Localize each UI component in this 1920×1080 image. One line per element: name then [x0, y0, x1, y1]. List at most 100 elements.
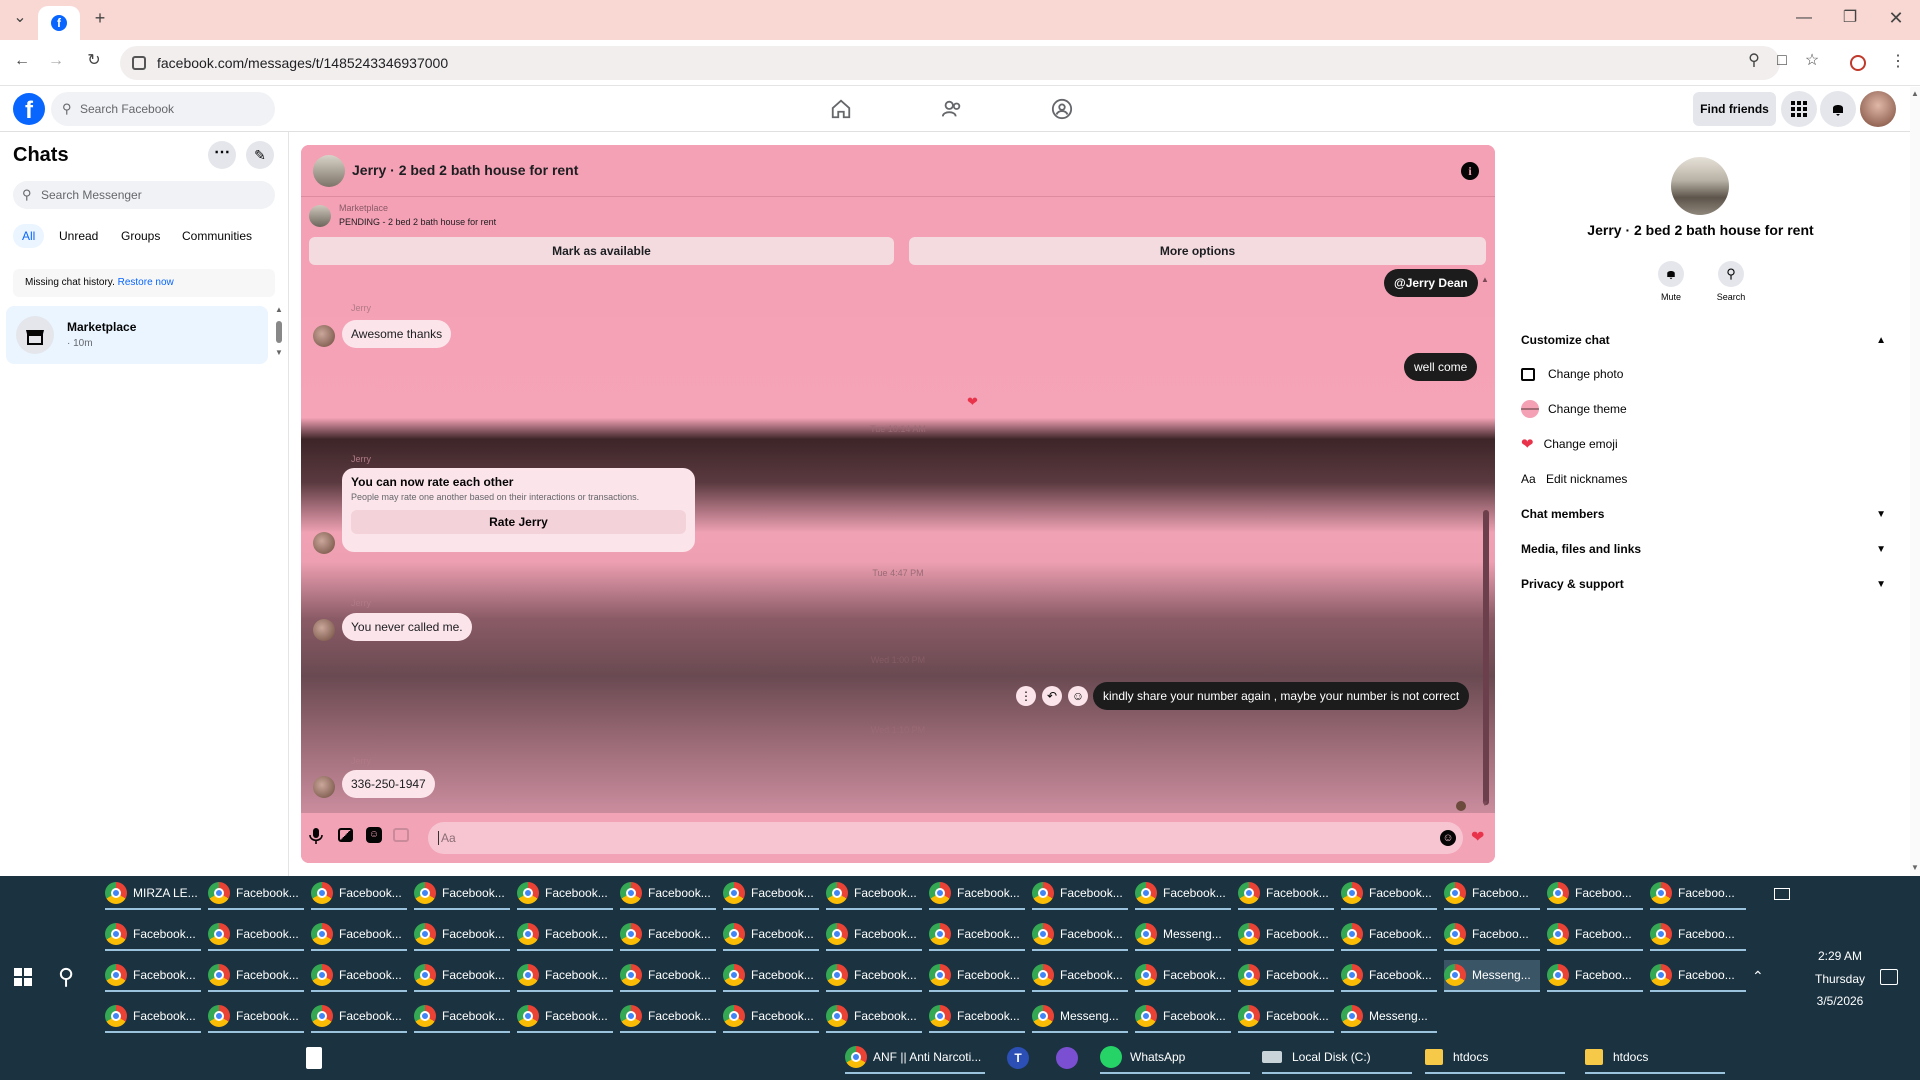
taskbar-whatsapp-window[interactable]: WhatsApp: [1100, 1042, 1250, 1074]
taskbar-window-item[interactable]: Messeng...: [1444, 960, 1540, 992]
taskbar-window-item[interactable]: Facebook...: [723, 960, 819, 992]
taskbar-window-item[interactable]: Facebook...: [517, 1001, 613, 1033]
url-text[interactable]: facebook.com/messages/t/1485243346937000: [157, 55, 448, 71]
facebook-search-box[interactable]: ⚲ Search Facebook: [51, 92, 275, 126]
taskbar-window-item[interactable]: Facebook...: [208, 878, 304, 910]
filter-groups[interactable]: Groups: [121, 229, 160, 243]
profile-icon[interactable]: [1850, 55, 1866, 71]
scroll-down-arrow-icon[interactable]: ▼: [275, 348, 283, 357]
taskbar-window-item[interactable]: Facebook...: [1341, 960, 1437, 992]
conversation-info-icon[interactable]: i: [1461, 162, 1479, 180]
chrome-icon[interactable]: [404, 1047, 426, 1069]
privacy-support-section[interactable]: Privacy & support ▼: [1521, 573, 1886, 595]
friends-nav-icon[interactable]: [941, 98, 963, 120]
chat-members-section[interactable]: Chat members ▼: [1521, 503, 1886, 525]
taskbar-window-item[interactable]: Facebook...: [929, 919, 1025, 951]
message-input-placeholder[interactable]: Aa: [438, 831, 456, 845]
restore-now-link[interactable]: Restore now: [118, 277, 174, 288]
minimize-window-icon[interactable]: —: [1792, 8, 1816, 32]
close-window-icon[interactable]: ✕: [1884, 8, 1908, 32]
chat-list-item[interactable]: Marketplace · 10m: [6, 306, 268, 364]
taskbar-window-item[interactable]: Messeng...: [1032, 1001, 1128, 1033]
messenger-search-placeholder[interactable]: Search Messenger: [41, 188, 142, 202]
sticker-icon[interactable]: ☺: [366, 827, 382, 843]
taskbar-window-item[interactable]: Faceboo...: [1547, 878, 1643, 910]
facebook-search-placeholder[interactable]: Search Facebook: [80, 102, 174, 116]
filter-all[interactable]: All: [13, 224, 45, 248]
facebook-logo-icon[interactable]: f: [13, 93, 45, 125]
taskbar-window-item[interactable]: Facebook...: [723, 1001, 819, 1033]
messenger-search-box[interactable]: ⚲ Search Messenger: [13, 181, 275, 209]
github-icon[interactable]: [1056, 1047, 1078, 1069]
taskbar-window-item[interactable]: Facebook...: [1238, 1001, 1334, 1033]
message-more-actions-icon[interactable]: ⋮: [1016, 686, 1036, 706]
my-message-bubble[interactable]: well come: [1404, 353, 1478, 381]
taskbar-window-item[interactable]: Facebook...: [105, 919, 201, 951]
taskbar-window-item[interactable]: Facebook...: [826, 960, 922, 992]
taskbar-anf-window[interactable]: ANF || Anti Narcoti...: [845, 1042, 985, 1074]
taskbar-window-item[interactable]: Faceboo...: [1650, 919, 1746, 951]
taskbar-window-item[interactable]: Facebook...: [414, 1001, 510, 1033]
chrome-icon[interactable]: [257, 1047, 279, 1069]
active-tab[interactable]: f: [38, 6, 80, 40]
taskbar-window-item[interactable]: Facebook...: [414, 919, 510, 951]
jerry-avatar[interactable]: [313, 619, 335, 641]
chat-list-scroll-thumb[interactable]: [276, 321, 282, 343]
chrome-menu-icon[interactable]: ⋮: [1886, 52, 1910, 76]
taskbar-htdocs-window-2[interactable]: htdocs: [1585, 1042, 1725, 1074]
attach-photo-icon[interactable]: [338, 828, 353, 842]
chrome-icon[interactable]: [208, 1047, 230, 1069]
chrome-icon[interactable]: [502, 1047, 524, 1069]
notifications-bell-icon[interactable]: [1820, 91, 1856, 127]
chrome-icon[interactable]: [159, 1047, 181, 1069]
taskbar-search-icon[interactable]: ⚲: [58, 964, 74, 990]
taskbar-window-item[interactable]: Facebook...: [517, 960, 613, 992]
clock-day[interactable]: Thursday: [1800, 972, 1880, 986]
emoji-picker-icon[interactable]: ☺: [1440, 830, 1456, 846]
taskbar-window-item[interactable]: Faceboo...: [1650, 878, 1746, 910]
taskbar-window-item[interactable]: Facebook...: [826, 919, 922, 951]
taskbar-window-item[interactable]: Facebook...: [1238, 878, 1334, 910]
scroll-up-arrow-icon[interactable]: ▲: [1911, 89, 1919, 98]
taskbar-window-item[interactable]: Facebook...: [929, 878, 1025, 910]
taskbar-window-item[interactable]: Facebook...: [1032, 878, 1128, 910]
jerry-avatar[interactable]: [313, 532, 335, 554]
bookmark-star-icon[interactable]: ☆: [1800, 51, 1824, 75]
install-app-icon[interactable]: □: [1770, 51, 1794, 75]
taskbar-htdocs-window-1[interactable]: htdocs: [1425, 1042, 1565, 1074]
restore-window-icon[interactable]: ❐: [1838, 8, 1862, 32]
tab-search-chevron-icon[interactable]: ⌄: [8, 8, 32, 32]
taskbar-window-item[interactable]: Facebook...: [620, 919, 716, 951]
chrome-icon[interactable]: [110, 1047, 132, 1069]
conversation-title[interactable]: Jerry · 2 bed 2 bath house for rent: [352, 162, 578, 178]
taskbar-window-item[interactable]: Facebook...: [1135, 878, 1231, 910]
taskbar-window-item[interactable]: Faceboo...: [1444, 919, 1540, 951]
find-friends-button[interactable]: Find friends: [1693, 92, 1776, 126]
filter-unread[interactable]: Unread: [59, 229, 98, 243]
taskbar-window-item[interactable]: Facebook...: [311, 878, 407, 910]
taskbar-window-item[interactable]: Facebook...: [1238, 960, 1334, 992]
taskbar-window-item[interactable]: Facebook...: [105, 960, 201, 992]
microphone-icon[interactable]: [309, 827, 323, 845]
search-in-conversation-button[interactable]: ⚲ Search: [1711, 261, 1751, 302]
tray-overflow-chevron-icon[interactable]: ⌃: [1752, 968, 1764, 985]
new-tab-button[interactable]: +: [88, 8, 112, 32]
taskbar-window-item[interactable]: Facebook...: [620, 878, 716, 910]
taskbar-window-item[interactable]: Messeng...: [1135, 919, 1231, 951]
change-photo-item[interactable]: Change photo: [1521, 363, 1623, 385]
reply-arrow-icon[interactable]: ↶: [1042, 686, 1062, 706]
home-nav-icon[interactable]: [830, 98, 852, 120]
page-scrollbar[interactable]: ▲ ▼: [1910, 87, 1920, 876]
scroll-up-arrow-icon[interactable]: ▲: [275, 305, 283, 314]
zoom-icon[interactable]: ⚲: [1742, 51, 1766, 75]
chrome-icon[interactable]: [453, 1047, 475, 1069]
taskbar-localdisk-window[interactable]: Local Disk (C:): [1262, 1042, 1412, 1074]
taskbar-window-item[interactable]: Facebook...: [1341, 919, 1437, 951]
heart-send-icon[interactable]: ❤: [1471, 827, 1484, 847]
taskbar-window-item[interactable]: Facebook...: [826, 878, 922, 910]
forward-arrow-icon[interactable]: →: [44, 51, 68, 75]
taskbar-window-item[interactable]: Facebook...: [517, 919, 613, 951]
taskbar-window-item[interactable]: Facebook...: [311, 1001, 407, 1033]
notification-center-icon[interactable]: [1880, 969, 1898, 985]
clock-time[interactable]: 2:29 AM: [1808, 949, 1872, 963]
